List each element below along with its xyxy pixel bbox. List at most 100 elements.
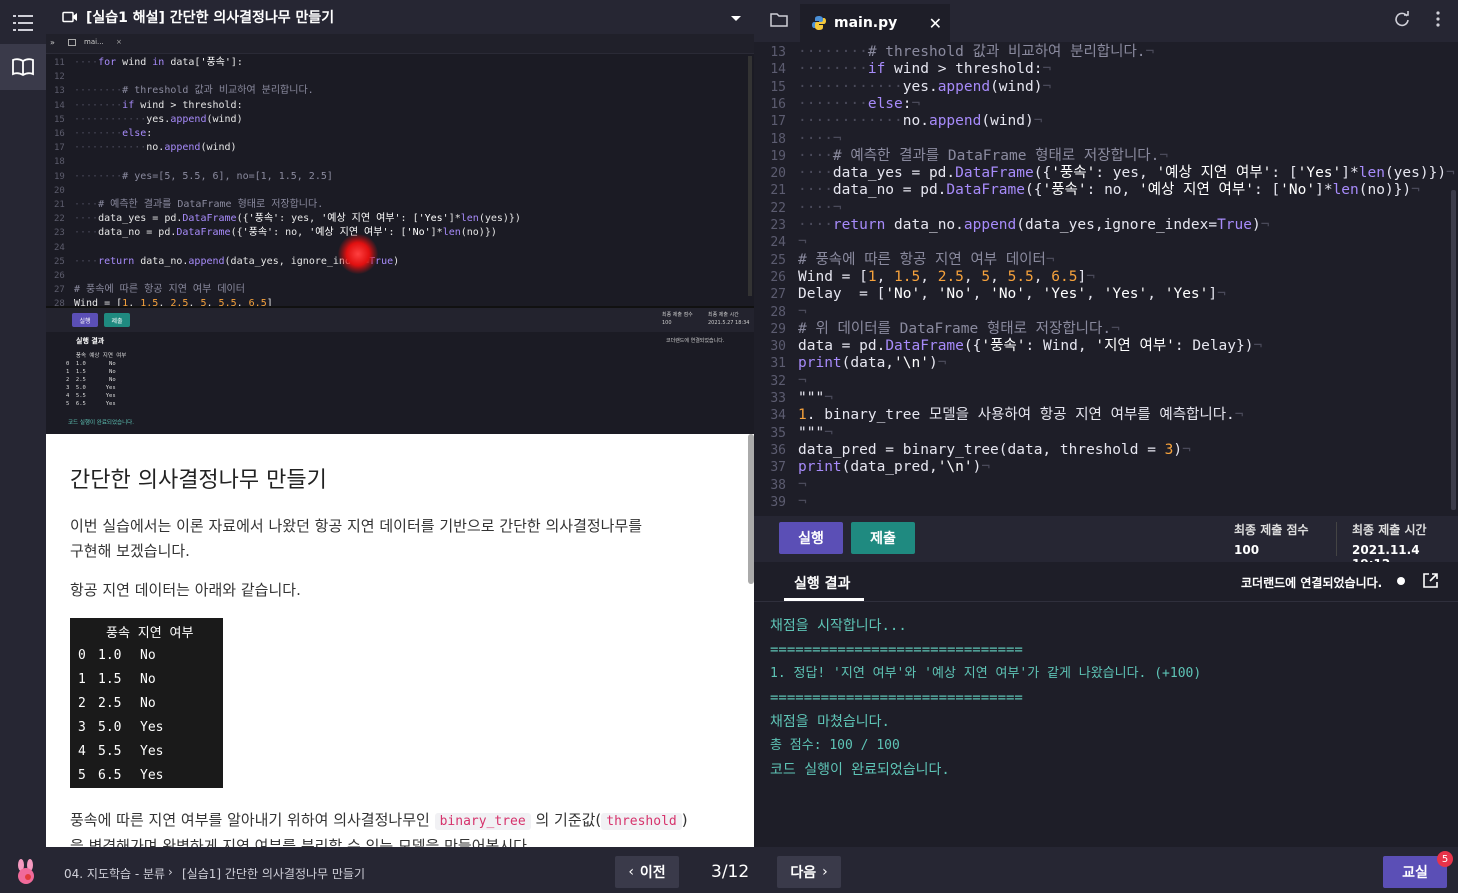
- code-line[interactable]: 26 Wind = [1, 1.5, 2.5, 5, 5.5, 6.5]¬: [754, 269, 1095, 286]
- video-code: 11 ····for wind in data['풍속']: 12 13 ·······…: [54, 56, 754, 328]
- doc-paragraph-1: 이번 실습에서는 이론 자료에서 나왔던 항공 지연 데이터를 기반으로 간단한…: [70, 514, 710, 564]
- video-score-value: 100: [662, 320, 672, 326]
- code-line[interactable]: 33 """¬: [754, 390, 833, 407]
- video-result-output: 풍속 예상 지연 여부 0 1.0 No 1 1.5 No 2 2.5 No 3…: [66, 353, 127, 407]
- tab-close-icon[interactable]: ✕: [929, 14, 942, 33]
- code-line[interactable]: 14 ········if wind > threshold:¬: [754, 61, 1051, 78]
- video-result-area: 실행 결과 코더랜드에 연결되었습니다. 풍속 예상 지연 여부 0 1.0 N…: [46, 332, 754, 434]
- code-line[interactable]: 20 ····data_yes = pd.DataFrame({'풍속': yes…: [754, 165, 1454, 182]
- doc-title: 간단한 의사결정나무 만들기: [70, 468, 327, 493]
- tab-main-py[interactable]: main.py ✕: [800, 4, 950, 42]
- code-line[interactable]: 35 """¬: [754, 425, 833, 442]
- result-tab[interactable]: 실행 결과: [794, 573, 850, 593]
- output-line: 채점을 시작합니다...: [770, 618, 907, 634]
- left-rail: [0, 0, 46, 847]
- video-player[interactable]: » mai... × 11 ····for wind in data['풍속']:…: [46, 34, 754, 434]
- folder-icon[interactable]: [770, 12, 788, 31]
- doc-paragraph-2: 항공 지연 데이터는 아래와 같습니다.: [70, 581, 301, 599]
- data-table-header: 풍속 지연 여부: [106, 626, 194, 641]
- doc-p3-text-b: 의 기준값(: [535, 811, 602, 829]
- output-line: 채점을 마쳤습니다.: [770, 714, 890, 730]
- prev-label: 이전: [639, 865, 666, 881]
- video-submit-button: 제출: [104, 313, 130, 327]
- code-line[interactable]: 16 ········else:¬: [754, 96, 920, 113]
- doc-p3-text-c: ): [681, 811, 688, 829]
- video-editor-tabbar: » mai... ×: [46, 34, 754, 54]
- book-button[interactable]: [0, 44, 46, 90]
- data-table-row: 2 2.5 No: [78, 696, 156, 711]
- video-code-line: 13 ········# threshold 값과 비교하여 분리합니다.: [54, 85, 314, 97]
- breadcrumb-chapter[interactable]: 04. 지도학습 - 분류: [64, 865, 165, 882]
- code-line[interactable]: 38 ¬: [754, 477, 806, 494]
- code-line[interactable]: 22 ····¬: [754, 200, 841, 217]
- code-line[interactable]: 19 ····# 예측한 결과를 DataFrame 형태로 저장합니다.¬: [754, 148, 1168, 165]
- code-line[interactable]: 39 ¬: [754, 494, 806, 511]
- code-line[interactable]: 30 data = pd.DataFrame({'풍속': Wind, '지연 여…: [754, 338, 1262, 355]
- code-binary-tree: binary_tree: [434, 813, 531, 830]
- video-result-tab: 실행 결과: [76, 337, 105, 345]
- logo-icon: [14, 859, 38, 889]
- code-line[interactable]: 31 print(data,'\n')¬: [754, 355, 946, 372]
- code-line[interactable]: 28 ¬: [754, 304, 806, 321]
- doc-p1-line2: 구현해 보겠습니다.: [70, 542, 190, 560]
- menu-button[interactable]: [0, 0, 46, 46]
- editor-button-bar: 실행 제출 최종 제출 점수 100 최종 제출 시간 2021.11.4 19…: [754, 516, 1458, 571]
- video-code-line: 16 ········else:: [54, 128, 153, 140]
- doc-p3-line2: 을 변경해가며 완벽하게 지연 여부를 분리할 수 있는 모델을 만들어봅시다.: [70, 837, 532, 847]
- code-line[interactable]: 25 # 풍속에 따른 항공 지연 여부 데이터¬: [754, 252, 1054, 269]
- external-link-icon[interactable]: [1422, 572, 1439, 593]
- video-run-button: 실행: [72, 313, 98, 327]
- video-code-line: 22 ····data_yes = pd.DataFrame({'풍속': yes…: [54, 213, 521, 225]
- video-button-bar: 실행 제출 최종 제출 점수 100 최종 제출 시간 2021.5.27 18…: [46, 308, 754, 332]
- list-icon: [13, 15, 33, 31]
- code-editor[interactable]: 13 ········# threshold 값과 비교하여 분리합니다.¬ 14 ·…: [754, 42, 1458, 516]
- video-time-value: 2021.5.27 18:34: [708, 320, 750, 326]
- data-table-row: 1 1.5 No: [78, 672, 156, 687]
- code-line[interactable]: 36 data_pred = binary_tree(data, threshol…: [754, 442, 1191, 459]
- video-code-line: 19 ········# yes=[5, 5.5, 6], no=[1, 1.5,…: [54, 170, 333, 182]
- video-score-label: 최종 제출 점수: [662, 312, 693, 318]
- data-table-row: 0 1.0 No: [78, 648, 156, 663]
- collapse-chevron-icon[interactable]: [730, 11, 742, 27]
- code-line[interactable]: 37 print(data_pred,'\n')¬: [754, 459, 990, 476]
- next-button[interactable]: 다음 ›: [777, 856, 841, 888]
- result-output: 채점을 시작합니다... ===========================…: [770, 614, 1201, 782]
- code-line[interactable]: 27 Delay = ['No', 'No', 'No', 'Yes', 'Yes…: [754, 286, 1226, 303]
- code-line[interactable]: 15 ············yes.append(wind)¬: [754, 79, 1051, 96]
- video-code-line: 17 ············no.append(wind): [54, 142, 237, 154]
- code-line[interactable]: 29 # 위 데이터를 DataFrame 형태로 저장합니다.¬: [754, 321, 1120, 338]
- video-code-line: 18: [54, 157, 65, 168]
- editor-scrollbar[interactable]: [1451, 190, 1456, 510]
- mouse-cursor-highlight: [338, 234, 378, 274]
- editor-panel: main.py ✕ 13 ········# threshold 값과 비교하여 …: [754, 0, 1458, 847]
- submit-button[interactable]: 제출: [851, 522, 915, 554]
- tab-label: main.py: [834, 15, 898, 31]
- video-code-scrollbar: [748, 56, 752, 296]
- lesson-panel: [실습1 해설] 간단한 의사결정나무 만들기 » mai... × 11 ···…: [46, 0, 754, 847]
- doc-p3-text-a: 풍속에 따른 지연 여부를 알아내기 위하여 의사결정나무인: [70, 811, 430, 829]
- video-done-text: 코드 실행이 완료되었습니다.: [68, 420, 134, 426]
- output-line: ==============================: [770, 690, 1023, 706]
- code-line[interactable]: 18 ····¬: [754, 131, 841, 148]
- book-icon: [12, 58, 34, 76]
- video-code-line: 20: [54, 185, 65, 196]
- code-line[interactable]: 17 ············no.append(wind)¬: [754, 113, 1042, 130]
- video-code-line: 21 ····# 예측한 결과를 DataFrame 형태로 저장합니다.: [54, 199, 324, 211]
- video-collapse-icon: »: [50, 38, 55, 47]
- output-line: ==============================: [770, 642, 1023, 658]
- code-line[interactable]: 13 ········# threshold 값과 비교하여 분리합니다.¬: [754, 44, 1154, 61]
- chevron-right-icon: ›: [822, 864, 828, 880]
- data-table-row: 5 6.5 Yes: [78, 768, 164, 783]
- video-code-line: 23 ····data_no = pd.DataFrame({'풍속': no, …: [54, 227, 497, 239]
- code-line[interactable]: 21 ····data_no = pd.DataFrame({'풍속': no, …: [754, 182, 1420, 199]
- refresh-icon[interactable]: [1394, 11, 1410, 31]
- code-line[interactable]: 24 ¬: [754, 234, 806, 251]
- more-vertical-icon[interactable]: [1436, 11, 1440, 31]
- code-line[interactable]: 34 1. binary_tree 모델을 사용하여 항공 지연 여부를 예측합니…: [754, 407, 1243, 424]
- run-button[interactable]: 실행: [779, 522, 843, 554]
- prev-button[interactable]: ‹ 이전: [615, 856, 679, 888]
- code-line[interactable]: 23 ····return data_no.append(data_yes,ign…: [754, 217, 1269, 234]
- video-icon: [62, 11, 78, 23]
- code-line[interactable]: 32 ¬: [754, 373, 806, 390]
- python-icon: [812, 16, 826, 30]
